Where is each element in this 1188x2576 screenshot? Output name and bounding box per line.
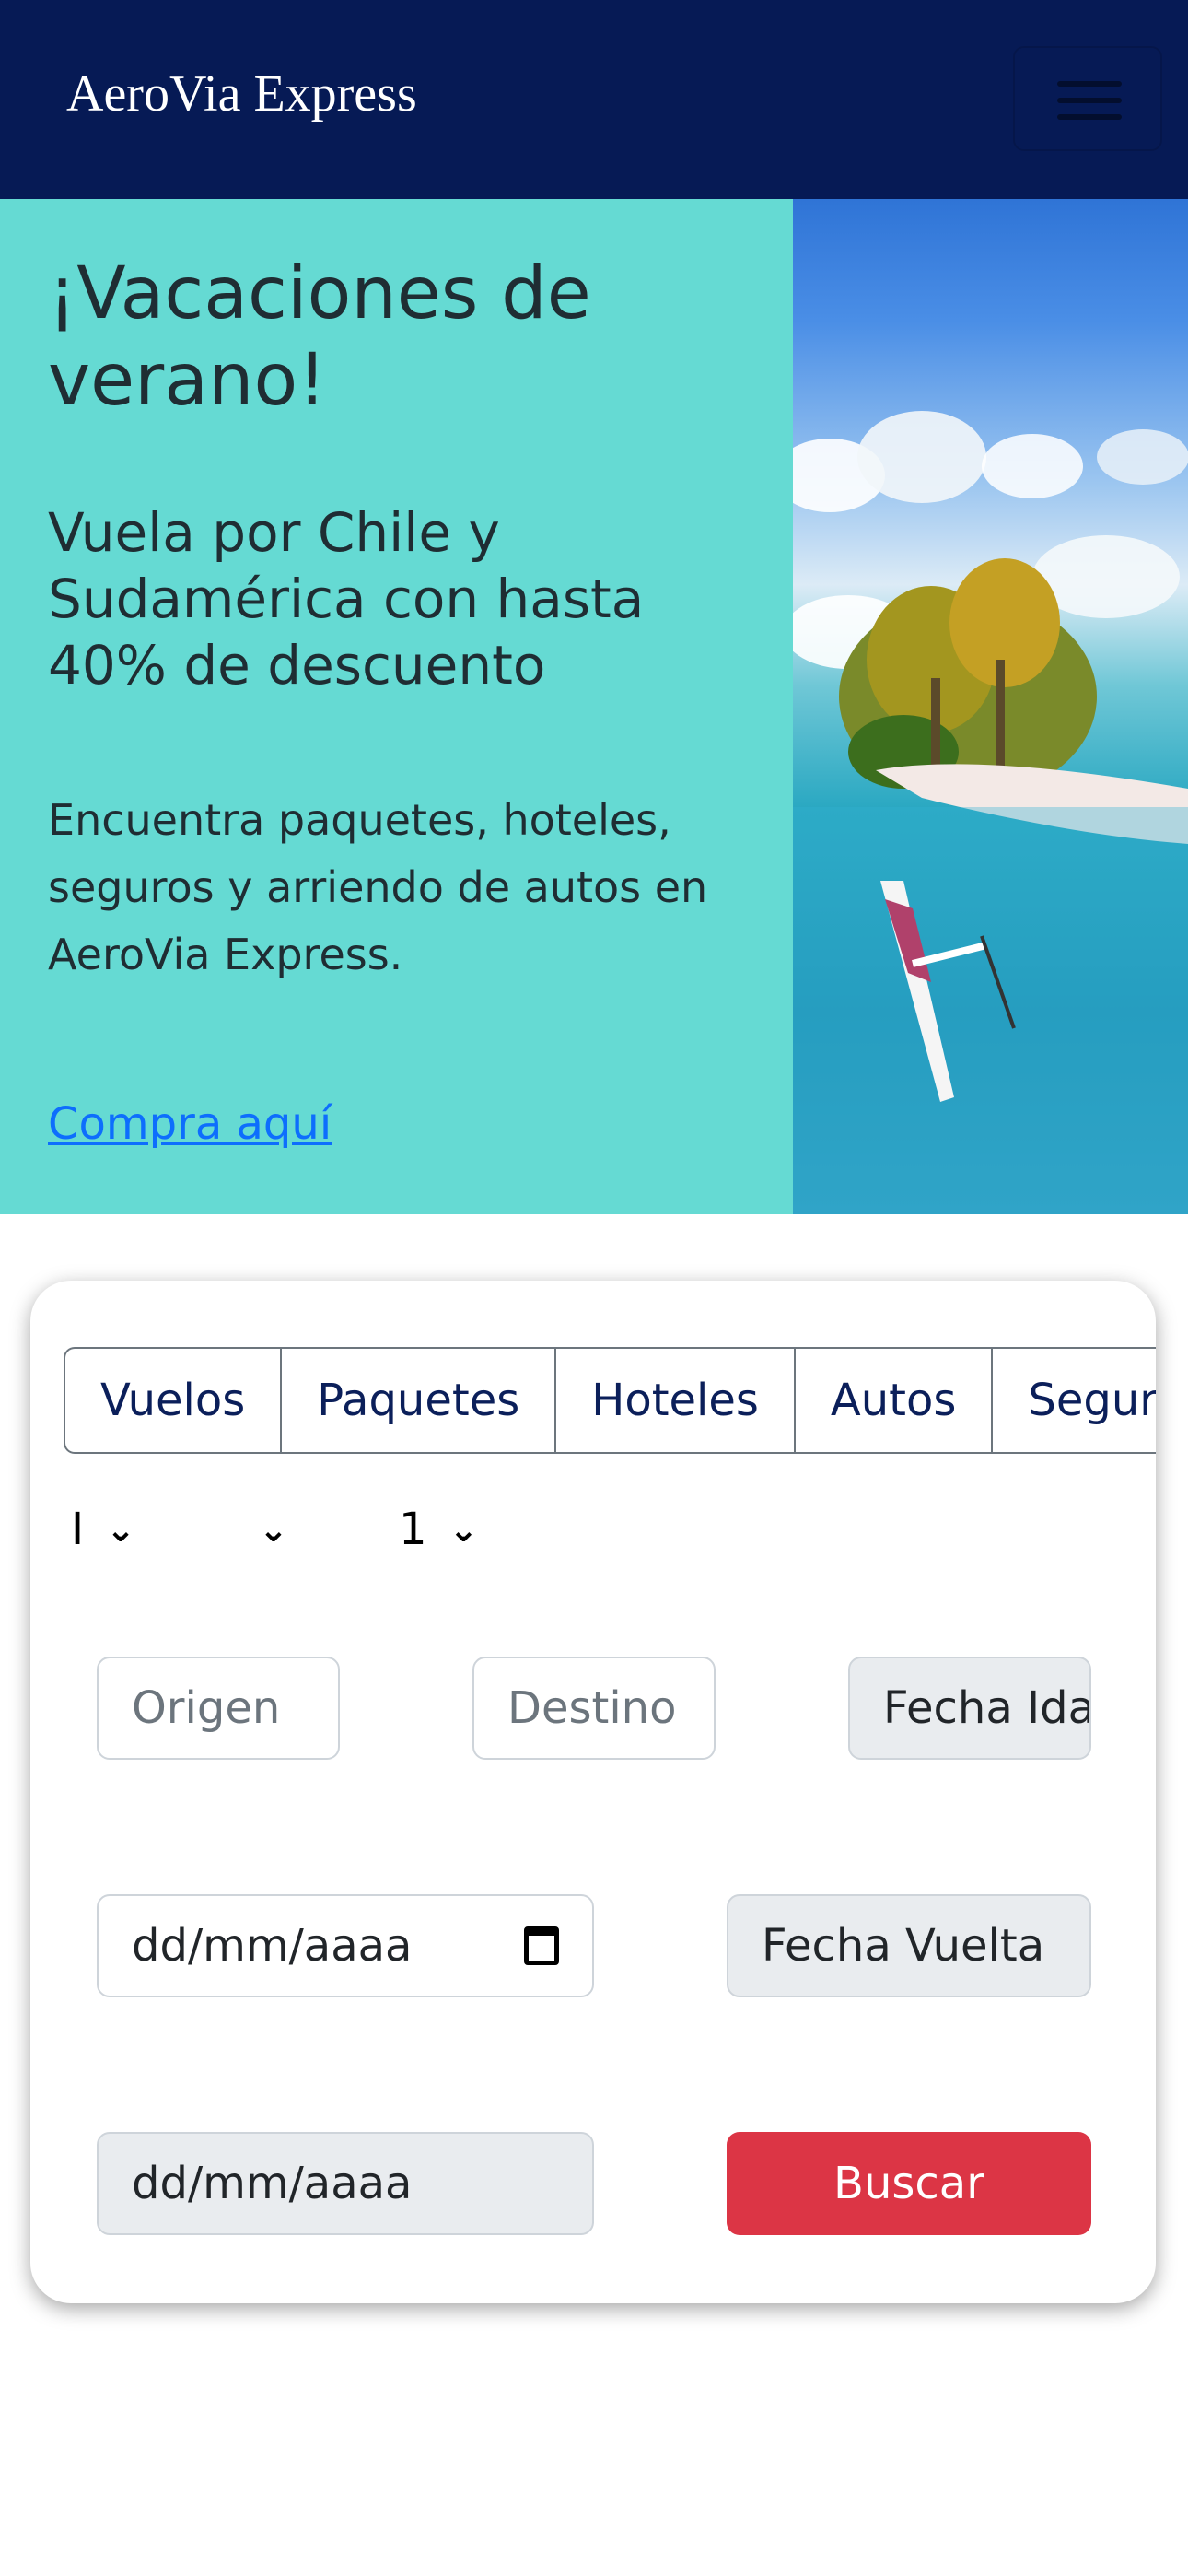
calendar-icon[interactable] bbox=[524, 1926, 559, 1965]
buy-here-link[interactable]: Compra aquí bbox=[48, 1098, 332, 1150]
hero-banner: ¡Vacaciones de verano! Vuela por Chile y… bbox=[0, 199, 1188, 1214]
chevron-down-icon: ⌄ bbox=[259, 1509, 288, 1550]
hamburger-icon bbox=[1057, 98, 1122, 103]
trip-type-select[interactable]: I ⌄ bbox=[71, 1483, 135, 1575]
chevron-down-icon: ⌄ bbox=[106, 1509, 135, 1550]
destination-input[interactable]: Destino bbox=[472, 1657, 716, 1760]
tab-vuelos[interactable]: Vuelos bbox=[65, 1349, 283, 1452]
hero-subtitle: Vuela por Chile y Sudamérica con hasta 4… bbox=[48, 501, 645, 697]
search-tabs: Vuelos Paquetes Hoteles Autos Seguros bbox=[64, 1347, 1156, 1454]
passengers-select[interactable]: 1 ⌄ bbox=[399, 1483, 478, 1575]
navbar: AeroVia Express bbox=[0, 0, 1188, 199]
date-return-input[interactable]: dd/mm/aaaa bbox=[97, 2132, 594, 2235]
passengers-value: 1 bbox=[399, 1504, 427, 1555]
tab-autos[interactable]: Autos bbox=[796, 1349, 994, 1452]
tab-seguros[interactable]: Seguros bbox=[993, 1349, 1156, 1452]
chevron-down-icon: ⌄ bbox=[448, 1509, 479, 1550]
hero-description: Encuentra paquetes, hoteles, seguros y a… bbox=[48, 795, 708, 979]
class-select[interactable]: ⌄ bbox=[237, 1483, 288, 1575]
hamburger-icon bbox=[1057, 81, 1122, 87]
hamburger-icon bbox=[1057, 114, 1122, 120]
date-return-label: Fecha Vuelta bbox=[727, 1894, 1091, 1997]
tab-hoteles[interactable]: Hoteles bbox=[556, 1349, 796, 1452]
menu-toggle-button[interactable] bbox=[1013, 46, 1162, 151]
origin-input[interactable]: Origen bbox=[97, 1657, 340, 1760]
date-out-label: Fecha Ida bbox=[848, 1657, 1091, 1760]
date-out-input[interactable]: dd/mm/aaaa bbox=[97, 1894, 594, 1997]
brand-logo[interactable]: AeroVia Express bbox=[66, 68, 417, 120]
tab-paquetes[interactable]: Paquetes bbox=[282, 1349, 557, 1452]
beach-island-image bbox=[793, 199, 1188, 1214]
trip-type-value: I bbox=[71, 1504, 85, 1555]
hero-title: ¡Vacaciones de verano! bbox=[48, 252, 591, 422]
date-out-value: dd/mm/aaaa bbox=[132, 1920, 413, 1972]
hero-content: ¡Vacaciones de verano! Vuela por Chile y… bbox=[0, 199, 793, 1214]
beach-island-illustration bbox=[793, 411, 1188, 1214]
search-button[interactable]: Buscar bbox=[727, 2132, 1091, 2235]
search-widget: Vuelos Paquetes Hoteles Autos Seguros I … bbox=[30, 1281, 1156, 2303]
